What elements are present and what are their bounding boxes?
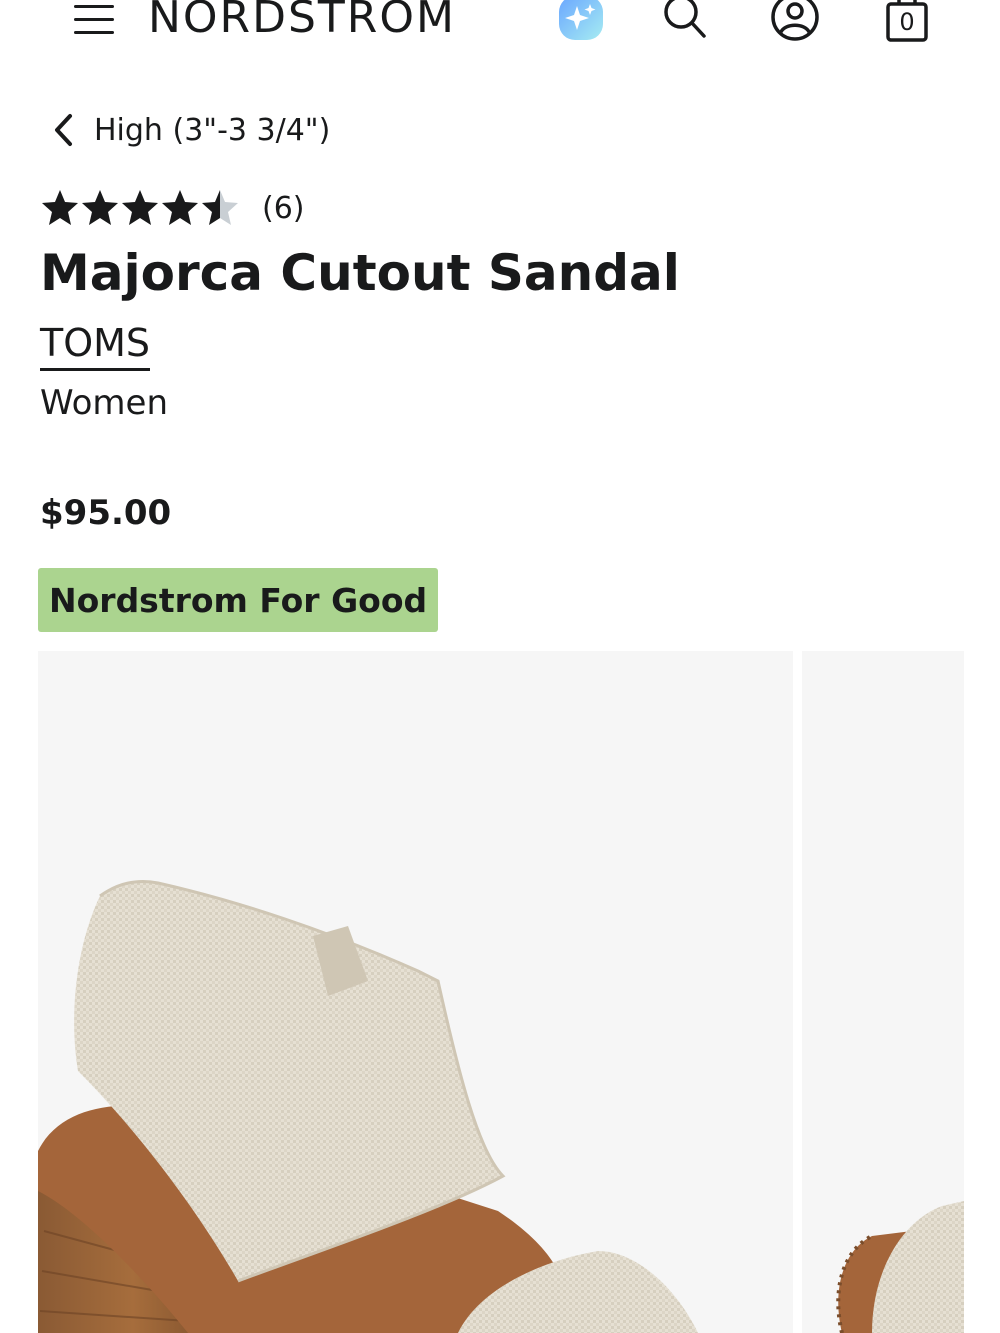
breadcrumb-label[interactable]: High (3"-3 3/4"): [94, 113, 330, 148]
sandal-alt-image[interactable]: [802, 651, 964, 1333]
product-rating[interactable]: (6): [40, 186, 305, 230]
brand-link[interactable]: TOMS: [40, 318, 151, 371]
product-image-gallery[interactable]: [38, 651, 1000, 1333]
star-icon: [42, 190, 78, 225]
product-category: Women: [40, 383, 169, 423]
search-icon[interactable]: [660, 0, 708, 40]
account-icon[interactable]: [770, 0, 820, 42]
bag-count-badge: 0: [899, 8, 915, 36]
product-price: $95.00: [40, 493, 172, 533]
shopping-bag-icon[interactable]: 0: [884, 0, 930, 44]
badge-label: Nordstrom For Good: [49, 580, 428, 620]
star-icon: [82, 190, 118, 225]
star-icon: [162, 190, 198, 225]
breadcrumb[interactable]: High (3"-3 3/4"): [50, 110, 330, 150]
star-rating: [40, 188, 240, 228]
chevron-left-icon: [55, 114, 72, 146]
star-icon: [202, 190, 238, 225]
top-header: NORDSTROM 0: [0, 0, 1000, 60]
review-count[interactable]: (6): [262, 191, 305, 226]
menu-icon[interactable]: [74, 3, 114, 37]
nordstrom-for-good-badge[interactable]: Nordstrom For Good: [38, 568, 439, 632]
star-icon: [122, 190, 158, 225]
nordstrom-logo[interactable]: NORDSTROM: [148, 0, 456, 50]
product-title: Majorca Cutout Sandal: [40, 244, 680, 302]
sparkle-ai-icon[interactable]: [557, 0, 605, 40]
sandal-main-image[interactable]: [38, 651, 793, 1333]
